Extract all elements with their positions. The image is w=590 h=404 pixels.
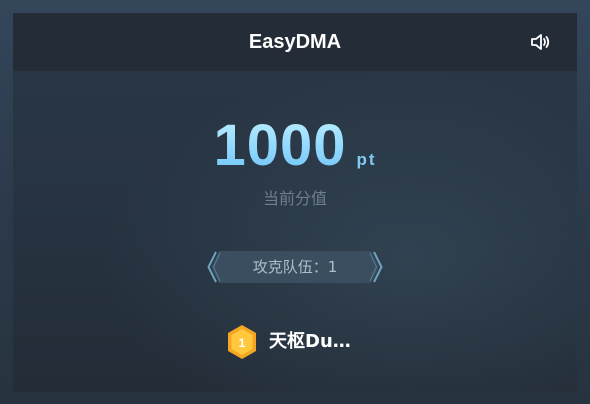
score-value: 1000: [213, 113, 347, 178]
score-unit: pt: [356, 150, 377, 169]
gold-medal-icon: 1: [226, 324, 258, 360]
solved-teams-badge: 攻克队伍：1: [207, 249, 383, 285]
score-label: 当前分值: [262, 189, 327, 208]
challenge-card: EasyDMA 1000 pt 当前分值 攻克队伍：1 1 天枢Du…: [13, 13, 577, 392]
solved-teams-label: 攻克队伍：1: [252, 258, 338, 276]
challenge-title: EasyDMA: [248, 31, 342, 53]
window-frame: EasyDMA 1000 pt 当前分值 攻克队伍：1 1 天枢Du…: [0, 0, 590, 404]
rank-number: 1: [239, 336, 246, 350]
rank-team-name: 天枢Du…: [269, 331, 351, 352]
score-display: 1000 pt: [13, 113, 577, 179]
speaker-icon[interactable]: [529, 31, 551, 53]
